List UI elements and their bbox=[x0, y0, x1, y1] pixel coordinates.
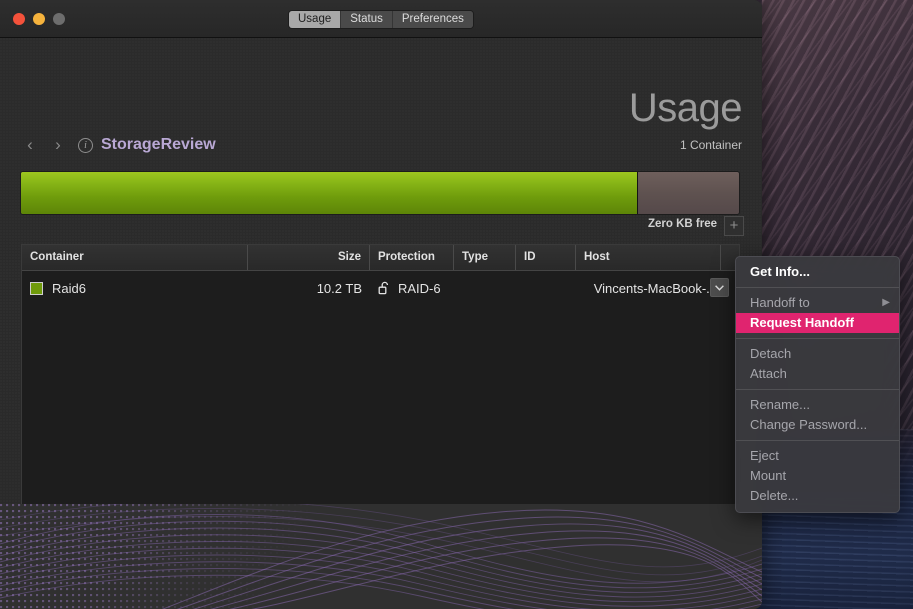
container-count: 1 Container bbox=[679, 138, 742, 152]
cell-protection: RAID-6 bbox=[370, 281, 454, 296]
cell-host: Vincents-MacBook-... bbox=[593, 280, 717, 296]
decorative-wave-footer bbox=[0, 504, 762, 609]
add-container-button[interactable]: + bbox=[724, 216, 744, 236]
app-window: Usage Status Preferences Usage 1 Contain… bbox=[0, 0, 762, 609]
menu-item-rename[interactable]: Rename... bbox=[736, 395, 899, 415]
column-header-id[interactable]: ID bbox=[516, 245, 576, 270]
tab-status[interactable]: Status bbox=[341, 11, 393, 28]
menu-item-change-password[interactable]: Change Password... bbox=[736, 415, 899, 435]
menu-separator bbox=[736, 389, 899, 390]
traffic-light-group bbox=[13, 13, 65, 25]
cell-container: Raid6 bbox=[22, 281, 248, 296]
capacity-usage-bar bbox=[20, 171, 740, 215]
menu-item-handoff-to-label: Handoff to bbox=[750, 295, 810, 310]
submenu-chevron-right-icon: ▶ bbox=[882, 297, 890, 308]
cell-size: 10.2 TB bbox=[316, 280, 362, 296]
breadcrumb: ‹ › i StorageReview bbox=[16, 134, 216, 156]
desktop-wallpaper: Usage Status Preferences Usage 1 Contain… bbox=[0, 0, 913, 609]
view-segmented-control[interactable]: Usage Status Preferences bbox=[288, 10, 474, 29]
close-button[interactable] bbox=[13, 13, 25, 25]
table-row[interactable]: Raid6 10.2 TB RAID-6 Vincents-MacBook-..… bbox=[22, 271, 739, 305]
cell-container-label: Raid6 bbox=[52, 280, 86, 296]
cell-protection-label: RAID-6 bbox=[398, 280, 441, 296]
back-arrow-icon[interactable]: ‹ bbox=[16, 134, 44, 156]
menu-item-attach[interactable]: Attach bbox=[736, 364, 899, 384]
menu-separator bbox=[736, 440, 899, 441]
menu-item-handoff-to[interactable]: Handoff to ▶ bbox=[736, 293, 899, 313]
menu-separator bbox=[736, 287, 899, 288]
minimize-button[interactable] bbox=[33, 13, 45, 25]
page-title: Usage bbox=[628, 86, 743, 130]
info-icon[interactable]: i bbox=[78, 137, 93, 153]
row-menu-chevron-down-icon[interactable] bbox=[710, 278, 729, 297]
container-table: Container Size Protection Type ID Host R… bbox=[21, 244, 740, 542]
menu-item-delete[interactable]: Delete... bbox=[736, 486, 899, 506]
menu-item-mount[interactable]: Mount bbox=[736, 466, 899, 486]
breadcrumb-label[interactable]: StorageReview bbox=[101, 136, 216, 154]
wave-dither-pattern bbox=[0, 504, 330, 609]
tab-preferences[interactable]: Preferences bbox=[392, 11, 473, 28]
column-header-host[interactable]: Host bbox=[576, 245, 721, 270]
column-header-container[interactable]: Container bbox=[22, 245, 248, 270]
column-header-type[interactable]: Type bbox=[454, 245, 516, 270]
menu-item-detach[interactable]: Detach bbox=[736, 344, 899, 364]
app-content-area: Usage 1 Container ‹ › i StorageReview Ze… bbox=[0, 38, 762, 609]
container-color-swatch-icon bbox=[30, 281, 43, 295]
column-header-size[interactable]: Size bbox=[248, 245, 370, 270]
capacity-used-fill bbox=[21, 172, 639, 214]
menu-separator bbox=[736, 338, 899, 339]
forward-arrow-icon[interactable]: › bbox=[44, 134, 72, 156]
unlocked-padlock-icon bbox=[378, 281, 391, 295]
menu-item-eject[interactable]: Eject bbox=[736, 446, 899, 466]
column-header-protection[interactable]: Protection bbox=[370, 245, 454, 270]
window-titlebar: Usage Status Preferences bbox=[0, 0, 762, 38]
zoom-button[interactable] bbox=[53, 13, 65, 25]
tab-usage[interactable]: Usage bbox=[289, 11, 342, 28]
menu-item-request-handoff[interactable]: Request Handoff bbox=[736, 313, 899, 333]
menu-item-get-info[interactable]: Get Info... bbox=[736, 262, 899, 282]
table-header-row: Container Size Protection Type ID Host bbox=[22, 245, 739, 271]
free-space-label: Zero KB free bbox=[647, 218, 717, 230]
row-context-menu: Get Info... Handoff to ▶ Request Handoff… bbox=[735, 256, 900, 513]
